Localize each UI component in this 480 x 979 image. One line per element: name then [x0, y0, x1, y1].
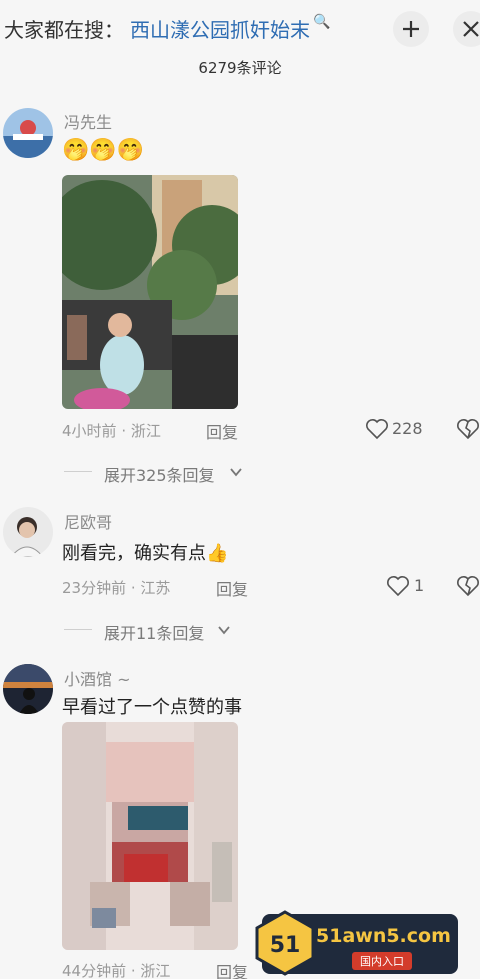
avatar[interactable] — [3, 108, 53, 158]
divider — [64, 629, 92, 630]
broken-heart-icon[interactable] — [456, 418, 480, 440]
heart-icon[interactable] — [365, 418, 389, 440]
avatar-image — [3, 664, 53, 714]
divider — [64, 471, 92, 472]
watermark-logo-text: 51 — [270, 933, 301, 958]
reply-button[interactable]: 回复 — [216, 576, 248, 600]
search-icon[interactable]: 🔍 — [313, 14, 330, 30]
comment-text: 🤭🤭🤭 — [62, 138, 145, 163]
watermark-logo: 51 — [255, 910, 315, 976]
comment-meta: 23分钟前 · 江苏 — [62, 579, 171, 597]
comment-photo-pixelated[interactable] — [62, 722, 238, 950]
watermark-site: 51awn5.com — [316, 925, 451, 947]
collapse-icon — [403, 21, 419, 37]
heart-icon[interactable] — [386, 575, 410, 597]
comment-time: 44分钟前 — [62, 962, 127, 979]
reply-button[interactable]: 回复 — [206, 419, 238, 443]
comment-photo[interactable] — [62, 175, 238, 409]
comment-text: 刚看完，确实有点👍 — [62, 543, 229, 564]
comment-location: 浙江 — [140, 962, 171, 979]
comment-username[interactable]: 小酒馆 ~ — [64, 666, 131, 690]
comment-location: 浙江 — [130, 422, 161, 440]
photo-image — [62, 722, 238, 950]
expand-replies-button[interactable]: 展开11条回复 — [104, 620, 204, 644]
chevron-down-icon[interactable] — [216, 623, 232, 637]
comment-text: 早看过了一个点赞的事 — [62, 697, 242, 718]
comment-username[interactable]: 尼欧哥 — [64, 509, 112, 533]
avatar-image — [3, 507, 53, 557]
chevron-down-icon[interactable] — [228, 465, 244, 479]
comment-time: 23分钟前 — [62, 579, 127, 597]
broken-heart-icon[interactable] — [456, 575, 480, 597]
comment-username[interactable]: 冯先生 — [64, 109, 112, 133]
avatar-image — [3, 108, 53, 158]
close-icon — [463, 21, 479, 37]
avatar[interactable] — [3, 664, 53, 714]
photo-image — [62, 175, 238, 409]
collapse-button[interactable] — [393, 11, 429, 47]
comment-time: 4小时前 — [62, 422, 117, 440]
close-button[interactable] — [453, 11, 480, 47]
reply-button[interactable]: 回复 — [216, 959, 248, 979]
comment-location: 江苏 — [140, 579, 171, 597]
watermark-subtitle: 国内入口 — [352, 952, 412, 970]
comment-meta: 44分钟前 · 浙江 — [62, 962, 171, 979]
like-count: 1 — [414, 576, 425, 595]
avatar[interactable] — [3, 507, 53, 557]
search-suggestion-prefix: 大家都在搜： — [4, 18, 124, 42]
like-count: 228 — [392, 419, 423, 438]
expand-replies-button[interactable]: 展开325条回复 — [104, 462, 215, 486]
comment-count: 6279条评论 — [198, 59, 282, 77]
comment-meta: 4小时前 · 浙江 — [62, 422, 161, 440]
search-suggestion-term[interactable]: 西山漾公园抓奸始末 — [130, 14, 310, 43]
